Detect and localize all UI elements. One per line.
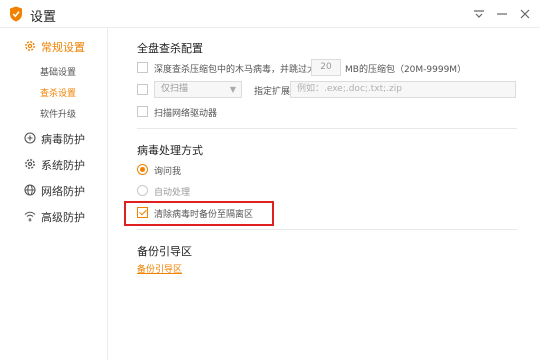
auto-handle-radio[interactable] — [137, 185, 148, 196]
sidebar-item-virus-protection[interactable]: 病毒防护 — [0, 130, 108, 148]
shield-logo-icon — [10, 6, 22, 22]
archive-scan-checkbox[interactable] — [137, 62, 148, 73]
sidebar-item-label: 高级防护 — [41, 211, 85, 224]
sidebar-item-network-protection[interactable]: 网络防护 — [0, 182, 108, 200]
backup-quarantine-label: 清除病毒时备份至隔离区 — [154, 210, 254, 220]
extension-input[interactable]: 例如：.exe;.doc;.txt;.zip — [290, 81, 516, 98]
sidebar-item-label: 常规设置 — [41, 41, 85, 54]
scan-mode-select[interactable]: 仅扫描 ▼ — [154, 81, 242, 98]
minimize-icon[interactable] — [494, 6, 510, 22]
auto-handle-label: 自动处理 — [154, 188, 191, 198]
ask-me-label: 询问我 — [154, 167, 182, 177]
chevron-down-icon: ▼ — [229, 85, 236, 94]
sidebar: 常规设置 基础设置 查杀设置 软件升级 病毒防护 系统防护 网络防护 高级防护 — [0, 28, 108, 360]
extension-scan-checkbox[interactable] — [137, 84, 148, 95]
globe-icon — [24, 184, 36, 196]
archive-scan-label: 深度查杀压缩包中的木马病毒，并跳过大于 — [154, 65, 326, 75]
sidebar-item-label: 系统防护 — [41, 159, 85, 172]
gear-icon — [25, 41, 35, 51]
sidebar-item-label: 网络防护 — [41, 185, 85, 198]
ask-me-radio[interactable] — [137, 164, 148, 175]
virus-handling-title: 病毒处理方式 — [137, 144, 203, 157]
close-icon[interactable] — [517, 6, 533, 22]
network-drive-label: 扫描网络驱动器 — [154, 109, 218, 119]
backup-guide-title: 备份引导区 — [137, 245, 192, 258]
title-bar: 设置 — [0, 0, 540, 28]
wifi-shield-icon — [24, 211, 36, 222]
window-title: 设置 — [30, 10, 57, 25]
scan-config-title: 全盘查杀配置 — [137, 42, 203, 55]
virus-shield-icon — [24, 132, 36, 144]
section-divider — [137, 229, 517, 230]
backup-guide-link[interactable]: 备份引导区 — [137, 262, 182, 275]
sidebar-subitem-scan-settings[interactable]: 查杀设置 — [40, 86, 76, 99]
sidebar-subitem-basic-settings[interactable]: 基础设置 — [40, 65, 76, 78]
pin-icon[interactable] — [471, 6, 487, 22]
sidebar-item-system-protection[interactable]: 系统防护 — [0, 156, 108, 174]
sidebar-subitem-software-upgrade[interactable]: 软件升级 — [40, 107, 76, 120]
sidebar-item-general-settings[interactable]: 常规设置 — [0, 38, 108, 56]
scan-mode-value: 仅扫描 — [161, 84, 189, 94]
network-drive-checkbox[interactable] — [137, 106, 148, 117]
sidebar-item-advanced-protection[interactable]: 高级防护 — [0, 208, 108, 226]
sidebar-item-label: 病毒防护 — [41, 133, 85, 146]
archive-size-input[interactable]: 20 — [311, 59, 341, 76]
backup-quarantine-checkbox[interactable] — [137, 207, 148, 218]
system-gear-icon — [25, 159, 35, 169]
section-divider — [137, 128, 517, 129]
archive-size-unit-label: MB的压缩包（20M-9999M） — [345, 65, 467, 75]
